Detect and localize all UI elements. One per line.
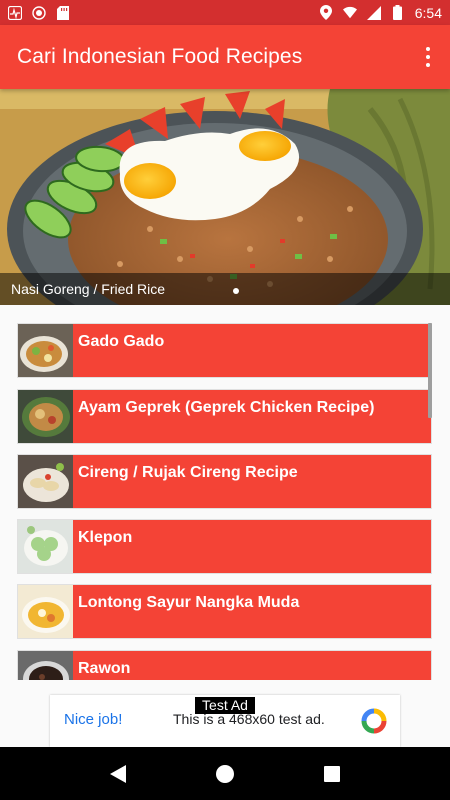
recipe-thumbnail — [18, 585, 73, 638]
back-icon[interactable] — [98, 754, 138, 794]
test-ad-tag: Test Ad — [195, 697, 255, 714]
recipe-item-rawon[interactable]: Rawon — [17, 650, 432, 680]
slider-indicator-dot[interactable] — [233, 288, 239, 294]
recents-icon[interactable] — [312, 754, 352, 794]
hero-caption: Nasi Goreng / Fried Rice — [0, 273, 450, 305]
recipe-label: Cireng / Rujak Cireng Recipe — [78, 464, 298, 481]
home-icon[interactable] — [205, 754, 245, 794]
more-vert-icon[interactable] — [416, 45, 440, 69]
location-icon — [319, 5, 333, 20]
activity-icon — [8, 5, 22, 20]
app-title: Cari Indonesian Food Recipes — [17, 45, 303, 68]
recipe-label: Ayam Geprek (Geprek Chicken Recipe) — [78, 399, 375, 416]
recipe-item-lontong-sayur[interactable]: Lontong Sayur Nangka Muda — [17, 584, 432, 639]
record-icon — [32, 5, 46, 20]
recipe-label: Lontong Sayur Nangka Muda — [78, 594, 300, 611]
system-nav-bar — [0, 747, 450, 800]
hero-slider[interactable]: Nasi Goreng / Fried Rice — [0, 89, 450, 305]
recipe-label: Gado Gado — [78, 333, 165, 350]
recipe-label: Klepon — [78, 529, 133, 546]
recipe-thumbnail — [18, 324, 73, 377]
battery-icon — [391, 5, 405, 20]
sd-card-icon — [56, 5, 70, 20]
recipe-item-cireng[interactable]: Cireng / Rujak Cireng Recipe — [17, 454, 432, 509]
recipe-thumbnail — [18, 390, 73, 443]
ad-headline: Nice job! — [64, 711, 123, 728]
recipe-thumbnail — [18, 520, 73, 573]
list-scrollbar[interactable] — [428, 323, 432, 418]
ad-logo-icon — [361, 708, 387, 734]
status-bar: 6:54 — [0, 0, 450, 25]
status-time: 6:54 — [414, 4, 442, 21]
recipe-thumbnail — [18, 651, 73, 680]
recipe-item-ayam-geprek[interactable]: Ayam Geprek (Geprek Chicken Recipe) — [17, 389, 432, 444]
recipe-thumbnail — [18, 455, 73, 508]
recipe-list[interactable]: Gado Gado Ayam Geprek (Geprek Chicken Re… — [0, 305, 450, 680]
signal-icon — [366, 5, 381, 20]
recipe-item-klepon[interactable]: Klepon — [17, 519, 432, 574]
recipe-item-gado-gado[interactable]: Gado Gado — [17, 323, 432, 378]
recipe-label: Rawon — [78, 660, 131, 677]
wifi-icon — [342, 6, 357, 20]
app-bar: Cari Indonesian Food Recipes — [0, 25, 450, 89]
